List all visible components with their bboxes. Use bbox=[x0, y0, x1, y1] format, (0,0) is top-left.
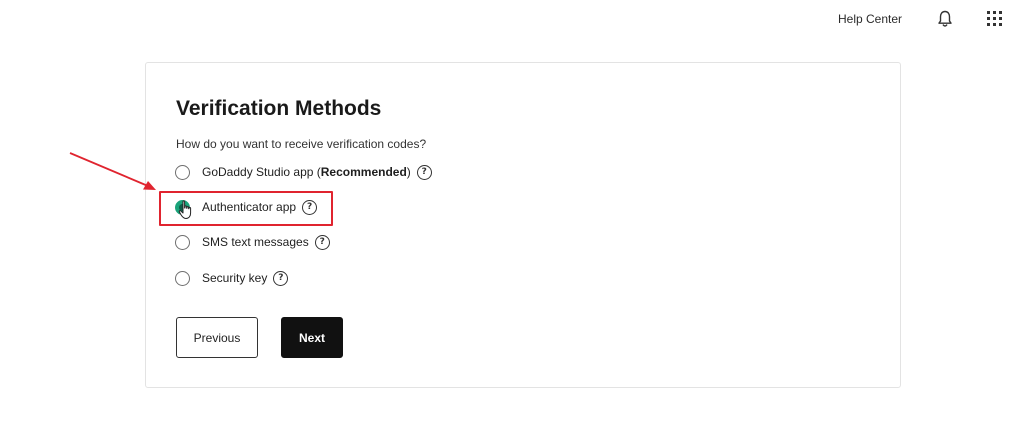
hand-cursor-icon bbox=[178, 200, 192, 219]
help-center-link[interactable]: Help Center bbox=[838, 12, 902, 26]
radio-sms-text-messages[interactable] bbox=[175, 234, 190, 250]
option-security-key[interactable]: Security key ? bbox=[175, 268, 289, 288]
recommended-label: Recommended bbox=[320, 165, 407, 179]
option-label: SMS text messages bbox=[202, 235, 309, 249]
help-circle-icon[interactable]: ? bbox=[416, 164, 432, 180]
radio-security-key[interactable] bbox=[175, 270, 190, 286]
annotation-arrow-icon bbox=[69, 152, 156, 190]
option-label: GoDaddy Studio app (Recommended) bbox=[202, 165, 411, 179]
option-sms-text-messages[interactable]: SMS text messages ? bbox=[175, 232, 330, 252]
bell-icon[interactable] bbox=[937, 10, 953, 28]
help-circle-icon[interactable]: ? bbox=[314, 234, 330, 250]
top-bar: Help Center bbox=[0, 0, 1024, 38]
option-label: Security key bbox=[202, 271, 268, 285]
verification-card: Verification Methods How do you want to … bbox=[145, 62, 901, 388]
option-godaddy-studio-app[interactable]: GoDaddy Studio app (Recommended) ? bbox=[175, 162, 432, 182]
apps-grid-icon[interactable] bbox=[987, 11, 1002, 26]
page: Help Center Verification Methods How do … bbox=[0, 0, 1024, 428]
help-circle-icon[interactable]: ? bbox=[273, 270, 289, 286]
next-button[interactable]: Next bbox=[281, 317, 343, 358]
previous-button[interactable]: Previous bbox=[176, 317, 258, 358]
question-text: How do you want to receive verification … bbox=[176, 137, 427, 151]
page-title: Verification Methods bbox=[176, 97, 382, 120]
radio-godaddy-studio-app[interactable] bbox=[175, 164, 190, 180]
